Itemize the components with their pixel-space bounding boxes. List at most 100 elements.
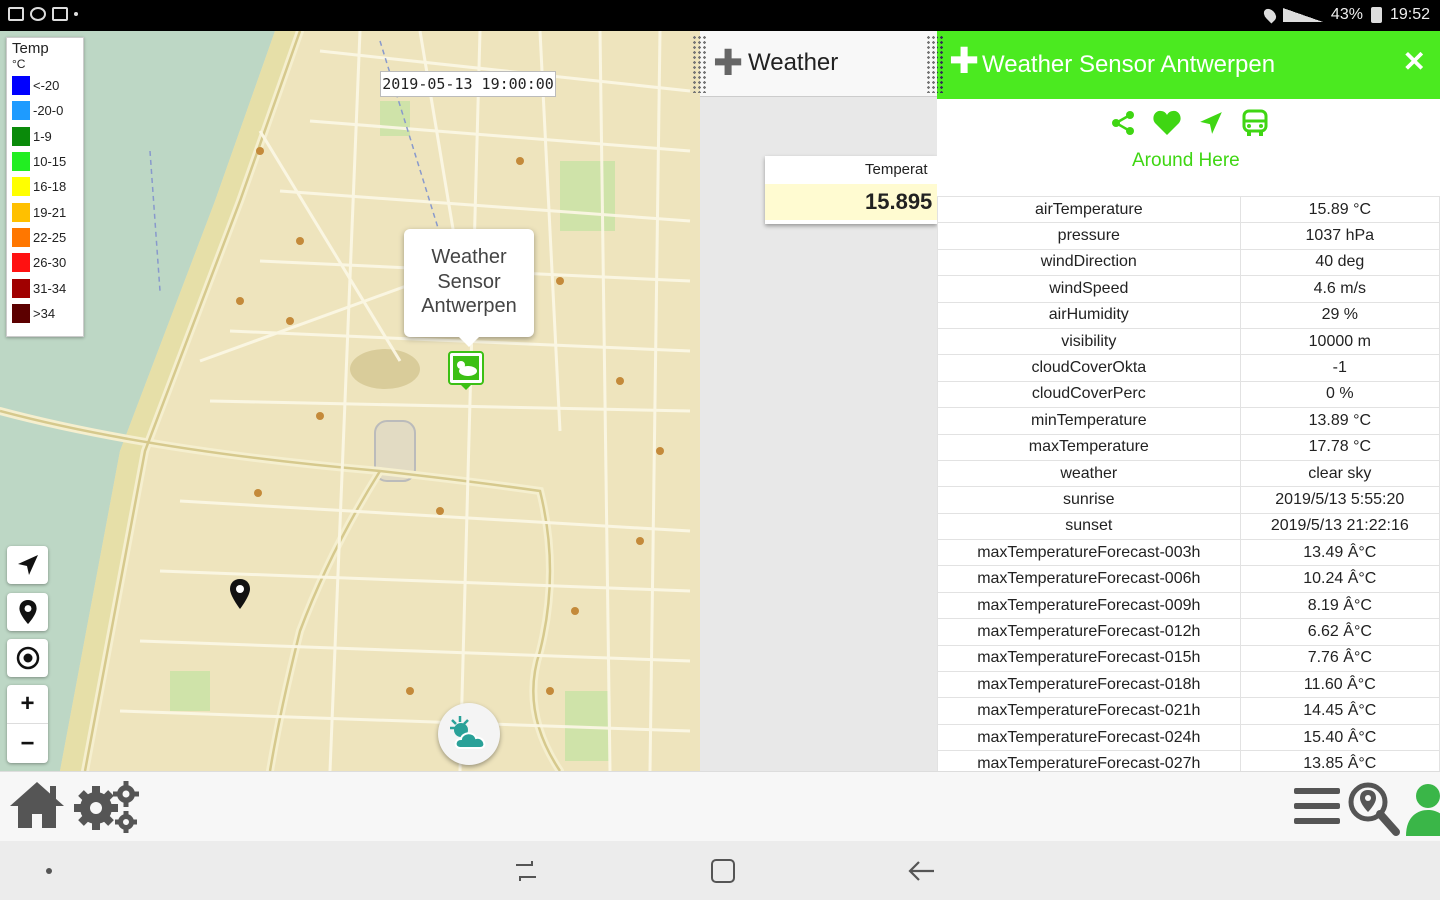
around-here-link[interactable]: Around Here: [1132, 150, 1240, 172]
row-value: 2019/5/13 21:22:16: [1239, 512, 1440, 541]
row-value: 13.89 °C: [1239, 407, 1440, 435]
my-location-button[interactable]: [7, 639, 48, 677]
legend-swatch: [12, 278, 30, 298]
row-key: maxTemperatureForecast-024h: [937, 723, 1241, 752]
popup-line-3: Antwerpen: [421, 295, 517, 317]
weather-tab-label: Weather: [748, 49, 839, 76]
drag-handle-icon[interactable]: [692, 35, 706, 93]
legend-label: 1-9: [33, 128, 52, 144]
legend-item: 31-34: [12, 275, 78, 300]
table-row: minTemperature 13.89 °C: [937, 407, 1440, 435]
temperature-legend: Temp °C <-20 -20-0 1-9 10-15 16-18 19-21 22-25…: [6, 37, 84, 337]
row-key: sunset: [937, 512, 1241, 541]
table-row: airHumidity 29 %: [937, 301, 1440, 329]
navigate-arrow-icon: [17, 555, 38, 575]
place-marker-button[interactable]: [7, 593, 48, 631]
battery-icon: [1370, 7, 1382, 23]
temperature-card-label: Temperat: [865, 161, 928, 178]
legend-label: 22-25: [33, 229, 67, 245]
back-arrow-icon[interactable]: [906, 857, 936, 885]
zoom-in-button[interactable]: +: [7, 685, 48, 724]
map-pin-icon: [18, 600, 37, 624]
legend-swatch: [12, 177, 30, 197]
row-value: 13.49 Â°C: [1239, 539, 1440, 567]
row-key: maxTemperatureForecast-012h: [937, 618, 1241, 646]
signal-icon: [1282, 8, 1323, 22]
row-value: 10.24 Â°C: [1239, 565, 1440, 593]
legend-swatch: [12, 76, 30, 96]
row-value: -1: [1239, 354, 1440, 382]
home-icon[interactable]: [8, 780, 66, 830]
sensor-popup[interactable]: Weather Sensor Antwerpen: [404, 229, 534, 347]
row-value: 40 deg: [1239, 248, 1440, 277]
navigate-button[interactable]: [7, 546, 48, 584]
legend-swatch: [12, 227, 30, 247]
table-row: maxTemperatureForecast-003h 13.49 Â°C: [937, 539, 1440, 567]
detail-expand-icon[interactable]: ✚: [949, 43, 979, 79]
weather-sensor-marker-icon[interactable]: [448, 351, 484, 391]
legend-item: 16-18: [12, 174, 78, 199]
table-row: maxTemperatureForecast-012h 6.62 Â°C: [937, 618, 1440, 646]
row-value: 7.76 Â°C: [1239, 644, 1440, 673]
popup-line-2: Sensor: [437, 270, 501, 293]
row-key: maxTemperatureForecast-027h: [937, 750, 1241, 771]
legend-label: 10-15: [33, 154, 67, 170]
table-row: maxTemperatureForecast-021h 14.45 Â°C: [937, 697, 1440, 725]
bottom-toolbar: [0, 771, 1440, 841]
navigate-icon[interactable]: [1195, 107, 1227, 139]
row-key: airHumidity: [937, 301, 1241, 329]
row-key: cloudCoverOkta: [937, 354, 1241, 382]
row-key: maxTemperatureForecast-003h: [937, 539, 1241, 567]
search-map-icon[interactable]: [1346, 780, 1400, 836]
table-row: windDirection 40 deg: [937, 248, 1440, 277]
table-row: maxTemperatureForecast-027h 13.85 Â°C: [937, 750, 1440, 771]
sync-notification-icon: [30, 7, 46, 21]
row-value: 2019/5/13 5:55:20: [1239, 486, 1440, 514]
zoom-out-button[interactable]: −: [7, 724, 48, 763]
row-value: 8.19 Â°C: [1239, 591, 1440, 620]
row-key: maxTemperatureForecast-009h: [937, 591, 1241, 620]
legend-title: Temp: [12, 40, 49, 57]
legend-item: -20-0: [12, 98, 78, 123]
close-icon[interactable]: ✕: [1403, 45, 1426, 78]
weather-layer-button[interactable]: [438, 703, 500, 765]
map-view[interactable]: Temp °C <-20 -20-0 1-9 10-15 16-18 19-21 22-25…: [0, 31, 700, 771]
share-icon[interactable]: [1107, 107, 1139, 139]
table-row: cloudCoverOkta -1: [937, 354, 1440, 382]
row-value: 1037 hPa: [1239, 222, 1440, 250]
row-key: maxTemperatureForecast-015h: [937, 644, 1241, 673]
settings-icon[interactable]: [72, 778, 142, 834]
table-row: maxTemperature 17.78 °C: [937, 433, 1440, 461]
row-key: weather: [937, 459, 1241, 488]
more-notifications-icon: [74, 12, 78, 16]
legend-item: <-20: [12, 73, 78, 98]
temperature-card-value: 15.895: [765, 184, 937, 220]
detail-drag-handle-icon[interactable]: [937, 35, 943, 93]
row-value: 4.6 m/s: [1239, 275, 1440, 303]
row-value: 10000 m: [1239, 327, 1440, 356]
expand-plus-icon[interactable]: ✚: [713, 45, 743, 81]
map-location-pin-icon[interactable]: [230, 579, 250, 609]
legend-swatch: [12, 202, 30, 222]
nav-home-button[interactable]: [711, 859, 735, 883]
legend-item: 1-9: [12, 124, 78, 149]
menu-icon[interactable]: [1292, 784, 1342, 828]
legend-item: 19-21: [12, 199, 78, 224]
bus-icon[interactable]: [1239, 107, 1271, 139]
row-key: visibility: [937, 327, 1241, 356]
heart-icon[interactable]: [1151, 107, 1183, 139]
row-key: maxTemperatureForecast-006h: [937, 565, 1241, 593]
table-row: maxTemperatureForecast-018h 11.60 Â°C: [937, 671, 1440, 699]
row-value: 13.85 Â°C: [1239, 750, 1440, 771]
legend-swatch: [12, 126, 30, 146]
row-key: windDirection: [937, 248, 1241, 277]
table-row: airTemperature 15.89 °C: [937, 195, 1440, 224]
user-icon[interactable]: [1404, 780, 1440, 836]
recent-apps-icon[interactable]: [512, 859, 540, 883]
row-value: clear sky: [1239, 459, 1440, 488]
temperature-card[interactable]: Temperat 15.895: [765, 156, 937, 224]
weather-layer-tab[interactable]: ✚ Weather: [692, 31, 940, 97]
legend-item: >34: [12, 301, 78, 326]
map-tiles: [0, 31, 700, 771]
gallery-notification-icon: [8, 7, 24, 21]
